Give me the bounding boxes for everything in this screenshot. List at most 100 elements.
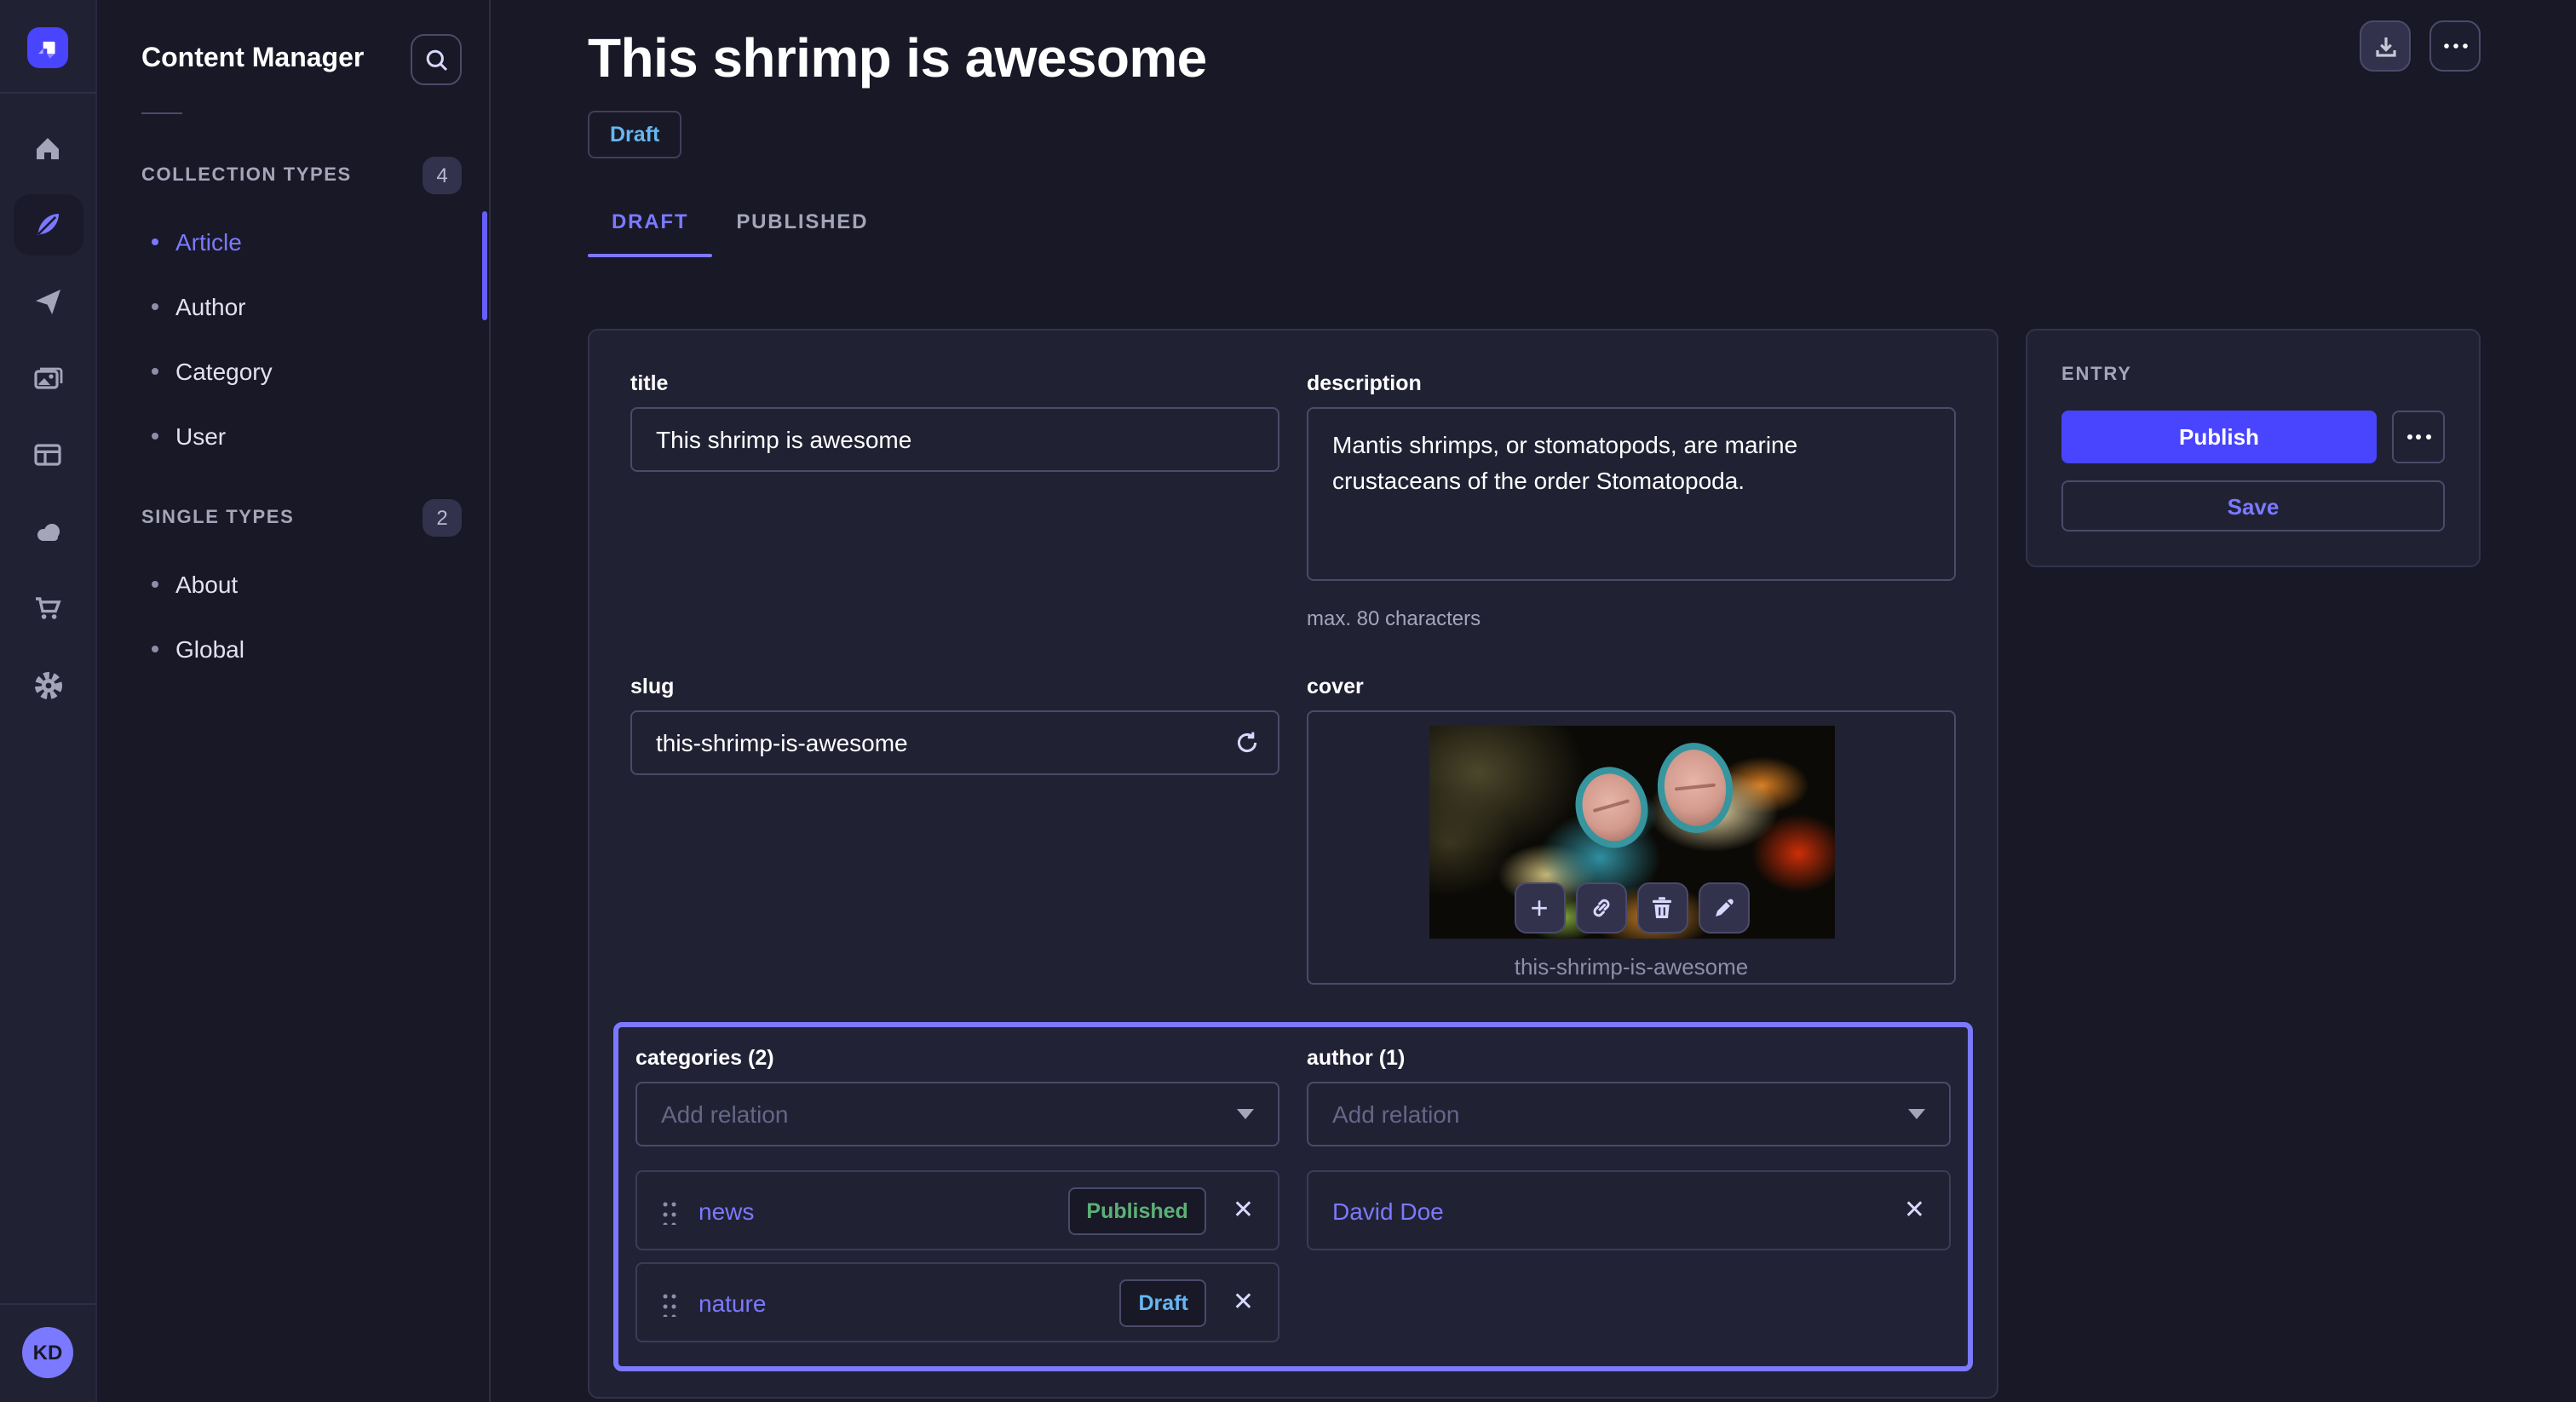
tab-draft[interactable]: DRAFT — [588, 210, 712, 257]
content-type-builder-icon[interactable] — [13, 424, 83, 486]
collection-types-label: COLLECTION TYPES — [141, 165, 352, 186]
chevron-down-icon — [1237, 1109, 1254, 1119]
rail-icon-list — [13, 118, 83, 715]
relation-link[interactable]: news — [699, 1197, 754, 1224]
cover-asset-card: + — [1307, 710, 1956, 985]
main-nav-rail: KD — [0, 0, 97, 1402]
field-author: author (1) Add relation David Doe ✕ — [1307, 1046, 1951, 1342]
release-send-icon[interactable] — [13, 271, 83, 332]
collection-types-count: 4 — [423, 157, 462, 194]
strapi-logo[interactable] — [27, 27, 68, 68]
relation-item-news: news Published ✕ — [635, 1170, 1279, 1250]
remove-relation-icon[interactable]: ✕ — [1233, 1290, 1254, 1315]
author-field-label: author (1) — [1307, 1046, 1951, 1070]
relation-item-david-doe: David Doe ✕ — [1307, 1170, 1951, 1250]
bullet-icon — [152, 238, 158, 245]
relation-item-nature: nature Draft ✕ — [635, 1262, 1279, 1342]
subnav-title: Content Manager — [141, 44, 364, 75]
status-pill-published: Published — [1067, 1187, 1206, 1234]
drag-handle-icon[interactable] — [661, 1197, 676, 1224]
title-input[interactable] — [630, 407, 1279, 472]
content-manager-subnav: Content Manager COLLECTION TYPES 4 Artic… — [97, 0, 491, 1402]
subnav-scrollbar-thumb[interactable] — [482, 211, 487, 320]
sidebar-item-category[interactable]: Category — [97, 339, 489, 404]
subnav-divider — [141, 112, 182, 114]
shrimp-eye-right — [1653, 739, 1737, 837]
plus-icon: + — [1530, 893, 1548, 923]
slug-field-label: slug — [630, 675, 1279, 698]
pencil-icon — [1711, 896, 1735, 920]
marketplace-cart-icon[interactable] — [13, 577, 83, 639]
collection-types-list: Article Author Category User — [97, 210, 489, 468]
drag-handle-icon[interactable] — [661, 1289, 676, 1316]
add-asset-button[interactable]: + — [1514, 882, 1565, 934]
remove-relation-icon[interactable]: ✕ — [1233, 1198, 1254, 1223]
refresh-icon — [1235, 731, 1259, 755]
author-relation-select[interactable]: Add relation — [1307, 1082, 1951, 1146]
edit-asset-button[interactable] — [1698, 882, 1749, 934]
user-avatar[interactable]: KD — [22, 1327, 73, 1378]
version-tabs: DRAFT PUBLISHED — [588, 210, 2481, 257]
field-title: title — [630, 371, 1279, 630]
single-types-label: SINGLE TYPES — [141, 508, 294, 528]
sidebar-item-author[interactable]: Author — [97, 274, 489, 339]
save-button[interactable]: Save — [2061, 480, 2445, 531]
sidebar-item-user[interactable]: User — [97, 404, 489, 468]
bullet-icon — [152, 368, 158, 375]
search-icon — [423, 47, 449, 72]
relation-link[interactable]: nature — [699, 1289, 766, 1316]
categories-relation-select[interactable]: Add relation — [635, 1082, 1279, 1146]
bullet-icon — [152, 581, 158, 588]
description-textarea[interactable]: Mantis shrimps, or stomatopods, are mari… — [1307, 407, 1956, 581]
content-manager-icon[interactable] — [13, 194, 83, 256]
publish-button[interactable]: Publish — [2061, 411, 2377, 463]
field-description: description Mantis shrimps, or stomatopo… — [1307, 371, 1956, 630]
entry-more-button[interactable] — [2392, 411, 2445, 463]
status-pill-draft: Draft — [1120, 1278, 1207, 1326]
bullet-icon — [152, 433, 158, 440]
download-icon — [2372, 33, 2398, 59]
entry-panel-title: ENTRY — [2061, 365, 2445, 385]
rail-divider — [0, 1303, 96, 1305]
title-field-label: title — [630, 371, 1279, 395]
link-icon — [1589, 896, 1613, 920]
search-button[interactable] — [411, 34, 462, 85]
app-window: KD Content Manager COLLECTION TYPES 4 Ar… — [0, 0, 2576, 1402]
trash-icon — [1651, 896, 1673, 920]
remove-relation-icon[interactable]: ✕ — [1904, 1198, 1925, 1223]
bullet-icon — [152, 646, 158, 652]
deploy-cloud-icon[interactable] — [13, 501, 83, 562]
slug-input[interactable] — [630, 710, 1279, 775]
field-slug: slug — [630, 675, 1279, 985]
bullet-icon — [152, 303, 158, 310]
page-title: This shrimp is awesome — [588, 27, 2481, 90]
description-hint: max. 80 characters — [1307, 606, 1956, 630]
copy-link-button[interactable] — [1575, 882, 1626, 934]
media-library-icon[interactable] — [13, 348, 83, 409]
rail-divider — [0, 92, 96, 94]
download-button[interactable] — [2360, 20, 2411, 72]
cover-field-label: cover — [1307, 675, 1956, 698]
relation-link[interactable]: David Doe — [1332, 1197, 1444, 1224]
relations-group: categories (2) Add relation news Publi — [613, 1022, 1973, 1371]
field-categories: categories (2) Add relation news Publi — [635, 1046, 1279, 1342]
tab-published[interactable]: PUBLISHED — [712, 210, 892, 257]
sidebar-item-about[interactable]: About — [97, 552, 489, 617]
field-cover: cover + — [1307, 675, 1956, 985]
description-field-label: description — [1307, 371, 1956, 395]
chevron-down-icon — [1908, 1109, 1925, 1119]
main-content: This shrimp is awesome Draft DRAFT PUBLI… — [491, 0, 2576, 1402]
edit-form-card: title description Mantis shrimps, or sto… — [588, 329, 1998, 1399]
regenerate-slug-button[interactable] — [1235, 731, 1259, 755]
rail-bottom: KD — [0, 1303, 95, 1402]
cover-actions: + — [1308, 882, 1954, 934]
single-types-count: 2 — [423, 499, 462, 537]
delete-asset-button[interactable] — [1636, 882, 1688, 934]
shrimp-eye-left — [1565, 758, 1656, 856]
settings-gear-icon[interactable] — [13, 654, 83, 715]
strapi-logo-glyph — [34, 34, 61, 61]
more-options-button[interactable] — [2429, 20, 2481, 72]
sidebar-item-article[interactable]: Article — [97, 210, 489, 274]
home-icon[interactable] — [13, 118, 83, 179]
sidebar-item-global[interactable]: Global — [97, 617, 489, 681]
